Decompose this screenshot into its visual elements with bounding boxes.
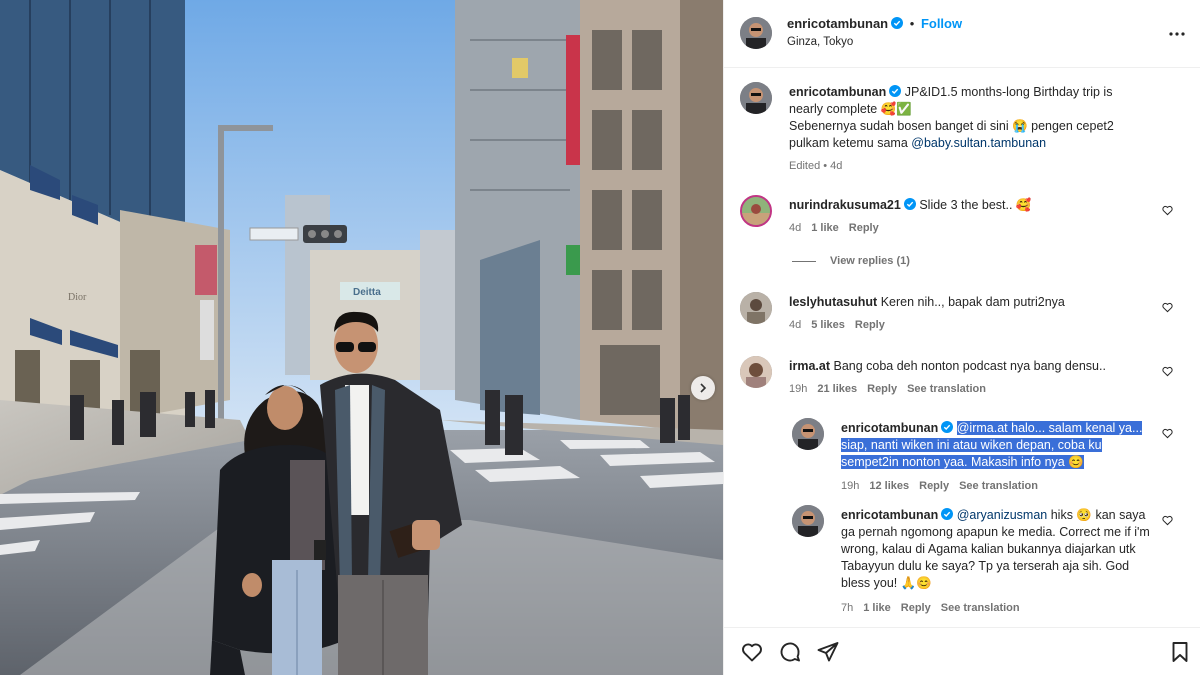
heart-icon[interactable]	[740, 640, 764, 664]
comment-time: 19h	[789, 383, 808, 395]
reply-mention[interactable]: @aryanizusman	[957, 508, 1048, 522]
separator-dot: •	[909, 16, 915, 31]
comment-item: leslyhutasuhut Keren nih.., bapak dam pu…	[740, 292, 1185, 342]
comment-like-heart-icon[interactable]	[1162, 366, 1173, 377]
comment-avatar[interactable]	[740, 356, 772, 388]
verified-badge-icon	[889, 85, 902, 97]
store-sign-center: Deitta	[353, 287, 381, 298]
comment-username[interactable]: nurindrakusuma21	[789, 198, 901, 212]
comment-like-heart-icon[interactable]	[1162, 302, 1173, 313]
reply-like-heart-icon[interactable]	[1162, 428, 1173, 439]
view-replies-label: View replies (1)	[830, 255, 910, 267]
reply-button[interactable]: Reply	[919, 480, 949, 492]
store-sign-dior: Dior	[68, 292, 87, 303]
post-location[interactable]: Ginza, Tokyo	[787, 36, 853, 48]
reply-avatar[interactable]	[792, 505, 824, 537]
follow-button[interactable]: Follow	[921, 16, 962, 31]
comment-text: Keren nih.., bapak dam putri2nya	[880, 295, 1065, 309]
comment-username[interactable]: irma.at	[789, 359, 830, 373]
post-action-bar	[724, 627, 1200, 675]
reply-time: 19h	[841, 480, 860, 492]
reply-avatar[interactable]	[792, 418, 824, 450]
comment-username[interactable]: leslyhutasuhut	[789, 295, 877, 309]
share-icon[interactable]	[816, 640, 840, 664]
reply-mention[interactable]: @irma.at	[957, 421, 1008, 435]
carousel-next-button[interactable]	[691, 376, 715, 400]
reply-meta: 7h 1 like Reply See translation	[841, 602, 1030, 614]
verified-badge-icon	[903, 198, 916, 210]
reply-username[interactable]: enricotambunan	[841, 421, 938, 435]
comment-avatar[interactable]	[740, 292, 772, 324]
view-replies-button[interactable]: View replies (1)	[792, 255, 910, 267]
reply-item: enricotambunan @aryanizusman hiks 🥺 kan …	[792, 505, 1185, 620]
comment-meta: 19h 21 likes Reply See translation	[789, 383, 996, 395]
reply-button[interactable]: Reply	[901, 602, 931, 614]
comment-time: 4d	[789, 319, 802, 331]
comment-like-heart-icon[interactable]	[1162, 205, 1173, 216]
caption-time: Edited • 4d	[789, 160, 843, 172]
see-translation-button[interactable]: See translation	[959, 480, 1038, 492]
comment-likes[interactable]: 1 like	[811, 222, 839, 234]
comment-item: irma.at Bang coba deh nonton podcast nya…	[740, 356, 1185, 406]
comment-likes[interactable]: 21 likes	[817, 383, 857, 395]
verified-badge-icon	[941, 508, 954, 520]
post-photo: Dior Deitta	[0, 0, 723, 675]
reply-button[interactable]: Reply	[849, 222, 879, 234]
reply-like-heart-icon[interactable]	[1162, 515, 1173, 526]
post-author-username[interactable]: enricotambunan	[787, 16, 888, 31]
comment-avatar[interactable]	[740, 195, 772, 227]
comment-icon[interactable]	[778, 640, 802, 664]
comment-likes[interactable]: 5 likes	[811, 319, 845, 331]
chevron-right-icon	[700, 383, 707, 393]
verified-badge-icon	[891, 17, 904, 29]
more-options-button[interactable]	[1168, 25, 1186, 46]
reply-meta: 19h 12 likes Reply See translation	[841, 480, 1048, 492]
comment-text: Bang coba deh nonton podcast nya bang de…	[833, 359, 1106, 373]
comment-item: nurindrakusuma21 Slide 3 the best.. 🥰 4d…	[740, 195, 1185, 280]
caption-mention[interactable]: @baby.sultan.tambunan	[911, 136, 1046, 150]
more-horizontal-icon	[1169, 32, 1185, 36]
reply-likes[interactable]: 1 like	[863, 602, 891, 614]
reply-button[interactable]: Reply	[855, 319, 885, 331]
reply-username[interactable]: enricotambunan	[841, 508, 938, 522]
replies-divider	[792, 260, 816, 262]
see-translation-button[interactable]: See translation	[941, 602, 1020, 614]
verified-badge-icon	[941, 421, 954, 433]
bookmark-icon[interactable]	[1168, 640, 1192, 664]
reply-likes[interactable]: 12 likes	[869, 480, 909, 492]
post-sidebar: enricotambunan • Follow Ginza, Tokyo enr…	[723, 0, 1200, 675]
avatar[interactable]	[740, 17, 772, 49]
comment-meta: 4d 5 likes Reply	[789, 319, 895, 331]
comment-meta: 4d 1 like Reply	[789, 222, 889, 234]
comment-time: 4d	[789, 222, 802, 234]
caption-avatar[interactable]	[740, 82, 772, 114]
comment-text: Slide 3 the best.. 🥰	[919, 198, 1032, 212]
reply-button[interactable]: Reply	[867, 383, 897, 395]
photo-scene: Dior Deitta	[0, 0, 723, 675]
reply-time: 7h	[841, 602, 854, 614]
see-translation-button[interactable]: See translation	[907, 383, 986, 395]
reply-item: enricotambunan @irma.at halo... salam ke…	[792, 418, 1185, 498]
post-header: enricotambunan • Follow Ginza, Tokyo	[724, 0, 1200, 68]
caption-username[interactable]: enricotambunan	[789, 85, 886, 99]
